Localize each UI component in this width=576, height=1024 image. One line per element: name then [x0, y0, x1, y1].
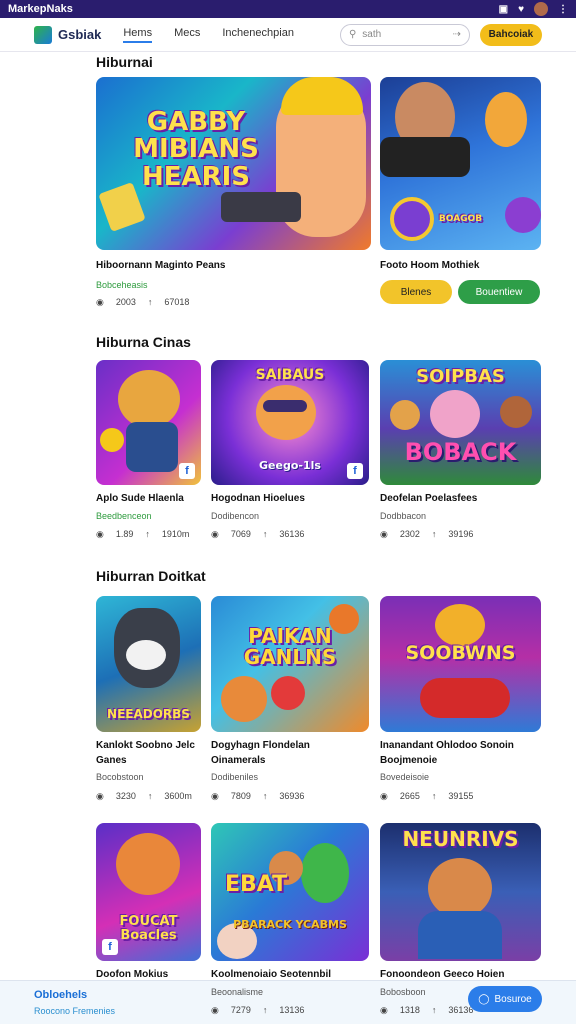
plays-icon: ◉ — [380, 1005, 388, 1015]
game-thumbnail[interactable]: SAIBAUS Geego-1ls f — [211, 360, 369, 485]
game-thumbnail[interactable]: SOIPBAS BOBACK — [380, 360, 541, 485]
rating-icon: ↑ — [147, 297, 153, 307]
game-card-title[interactable]: Hogodnan Hioelues — [211, 491, 305, 506]
game-card-meta: ◉ 3230 ↑ 3600m — [96, 791, 192, 801]
nav-link-inchenechpian[interactable]: Inchenechpian — [222, 27, 294, 43]
featured-card-title[interactable]: Hiboornann Maginto Peans — [96, 258, 225, 273]
logo[interactable]: Gsbiak — [34, 25, 102, 44]
game-thumbnail[interactable]: NEEADORBS — [96, 596, 201, 732]
game-card-subtitle: Bovedeisoie — [380, 772, 430, 782]
game-art-title: NEUNRIVS — [402, 827, 519, 851]
clear-icon[interactable]: ⇢ — [452, 29, 460, 40]
facebook-icon: f — [102, 939, 118, 955]
game-thumbnail[interactable]: FOUCAT Boacles f — [96, 823, 201, 961]
footer-subtitle: Roocono Fremenies — [34, 1006, 116, 1016]
game-thumbnail[interactable]: PAIKAN GANLNS — [211, 596, 369, 732]
section-title: Hiburna Cinas — [96, 334, 191, 350]
game-card-subtitle: Dodibencon — [211, 511, 260, 521]
game-card-subtitle: Bobosboon — [380, 987, 426, 997]
more-icon[interactable]: ⋮ — [558, 4, 568, 15]
avatar[interactable] — [534, 2, 548, 16]
facebook-icon: f — [347, 463, 363, 479]
footer-brand[interactable]: Obloehels — [34, 989, 87, 1001]
cta-button[interactable]: Bahcoiak — [479, 23, 542, 46]
side-game-image[interactable]: BOAGOB — [380, 77, 541, 250]
search-input[interactable]: ⚲ sath ⇢ — [339, 23, 470, 46]
chat-icon: ◯ — [478, 993, 490, 1005]
nav-links: Hems Mecs Inchenechpian — [123, 27, 294, 43]
nav-link-mecs[interactable]: Mecs — [174, 27, 200, 43]
game-thumbnail[interactable]: EBAT PBARACK YCABMS — [211, 823, 369, 961]
game-card-subtitle: Dodbbacon — [380, 511, 427, 521]
game-art-title: SAIBAUS — [255, 367, 325, 383]
status-bar: MarkepNaks ▣ ♥ ⋮ — [0, 0, 576, 18]
rating-icon: ↑ — [262, 791, 268, 801]
section-title: Hiburran Doitkat — [96, 568, 206, 584]
plays-icon: ◉ — [211, 791, 219, 801]
game-card-title[interactable]: Deofelan Poelasfees — [380, 491, 477, 506]
section-title: Hiburnai — [96, 54, 153, 70]
game-thumbnail[interactable]: SOOBWNS — [380, 596, 541, 732]
featured-art-title: GABBY MIBIANS HEARIS — [133, 107, 259, 192]
featured-card-subtitle: Bobceheasis — [96, 280, 148, 290]
rating-icon: ↑ — [145, 529, 150, 539]
game-card-meta: ◉ 7809 ↑ 36936 — [211, 791, 305, 801]
game-card-meta: ◉ 2302 ↑ 39196 — [380, 529, 474, 539]
notification-icon[interactable]: ▣ — [499, 4, 508, 15]
facebook-icon: f — [179, 463, 195, 479]
search-icon: ⚲ — [348, 29, 357, 40]
plays-icon: ◉ — [380, 791, 388, 801]
game-card-subtitle: Beoonalisme — [211, 987, 264, 997]
plays-icon: ◉ — [380, 529, 388, 539]
game-card-subtitle: Beedbenceon — [96, 511, 152, 521]
game-card-subtitle: Bocobstoon — [96, 772, 144, 782]
plays-icon: ◉ — [96, 791, 104, 801]
game-art-title: PAIKAN GANLNS — [243, 624, 337, 669]
rating-icon: ↑ — [262, 529, 268, 539]
download-button[interactable]: Bouentiew — [458, 280, 540, 304]
search-placeholder: sath — [362, 29, 382, 40]
logo-cube-icon — [34, 25, 52, 44]
game-art-subtitle: BOBACK — [404, 438, 517, 466]
game-card-meta: ◉ 7279 ↑ 13136 — [211, 1005, 305, 1015]
plays-icon: ◉ — [96, 297, 104, 307]
nav-link-home[interactable]: Hems — [123, 27, 153, 43]
game-card-title[interactable]: Aplo Sude Hlaenla — [96, 491, 184, 506]
side-card-title[interactable]: Footo Hoom Mothiek — [380, 258, 479, 273]
rating-icon: ↑ — [431, 791, 437, 801]
status-app-name: MarkepNaks — [8, 3, 73, 15]
game-card-meta: ◉ 7069 ↑ 36136 — [211, 529, 305, 539]
rating-icon: ↑ — [262, 1005, 268, 1015]
plays-icon: ◉ — [211, 1005, 219, 1015]
game-card-meta: ◉ 2665 ↑ 39155 — [380, 791, 474, 801]
rating-icon: ↑ — [431, 1005, 437, 1015]
rating-icon: ↑ — [147, 791, 153, 801]
rating-icon: ↑ — [431, 529, 437, 539]
game-art-title: NEEADORBS — [107, 707, 190, 721]
game-card-title[interactable]: Inanandant Ohlodoo Sonoin Boojmenoie — [380, 738, 540, 768]
plays-icon: ◉ — [96, 529, 104, 539]
logo-text: Gsbiak — [58, 27, 102, 42]
game-card-meta: ◉ 1318 ↑ 36136 — [380, 1005, 474, 1015]
featured-card-meta: ◉ 2003 ↑ 67018 — [96, 297, 190, 307]
game-card-title[interactable]: Dogyhagn Flondelan Oinamerals — [211, 738, 361, 768]
plays-icon: ◉ — [211, 529, 219, 539]
game-art-title: SOOBWNS — [405, 642, 516, 664]
game-thumbnail[interactable]: NEUNRIVS — [380, 823, 541, 961]
game-art-subtitle: PBARACK YCABMS — [233, 918, 347, 931]
game-card-subtitle: Dodibeniles — [211, 772, 259, 782]
heart-icon[interactable]: ♥ — [518, 4, 524, 15]
top-navigation: Gsbiak Hems Mecs Inchenechpian ⚲ sath ⇢ … — [0, 18, 576, 52]
featured-game-image[interactable]: GABBY MIBIANS HEARIS — [96, 77, 371, 250]
game-art-subtitle: Geego-1ls — [259, 459, 321, 472]
play-button[interactable]: Blenes — [380, 280, 452, 304]
game-art-title: EBAT — [225, 872, 288, 897]
footer-bar: Obloehels Roocono Fremenies Beoonalisme … — [0, 980, 576, 1024]
side-art-title: BOAGOB — [438, 214, 483, 224]
game-art-title: SOIPBAS — [416, 366, 505, 387]
game-card-meta: ◉ 1.89 ↑ 1910m — [96, 529, 190, 539]
game-thumbnail[interactable]: f — [96, 360, 201, 485]
game-card-title[interactable]: Kanlokt Soobno Jelc Ganes — [96, 738, 208, 768]
footer-action-button[interactable]: ◯ Bosuroe — [468, 986, 542, 1012]
